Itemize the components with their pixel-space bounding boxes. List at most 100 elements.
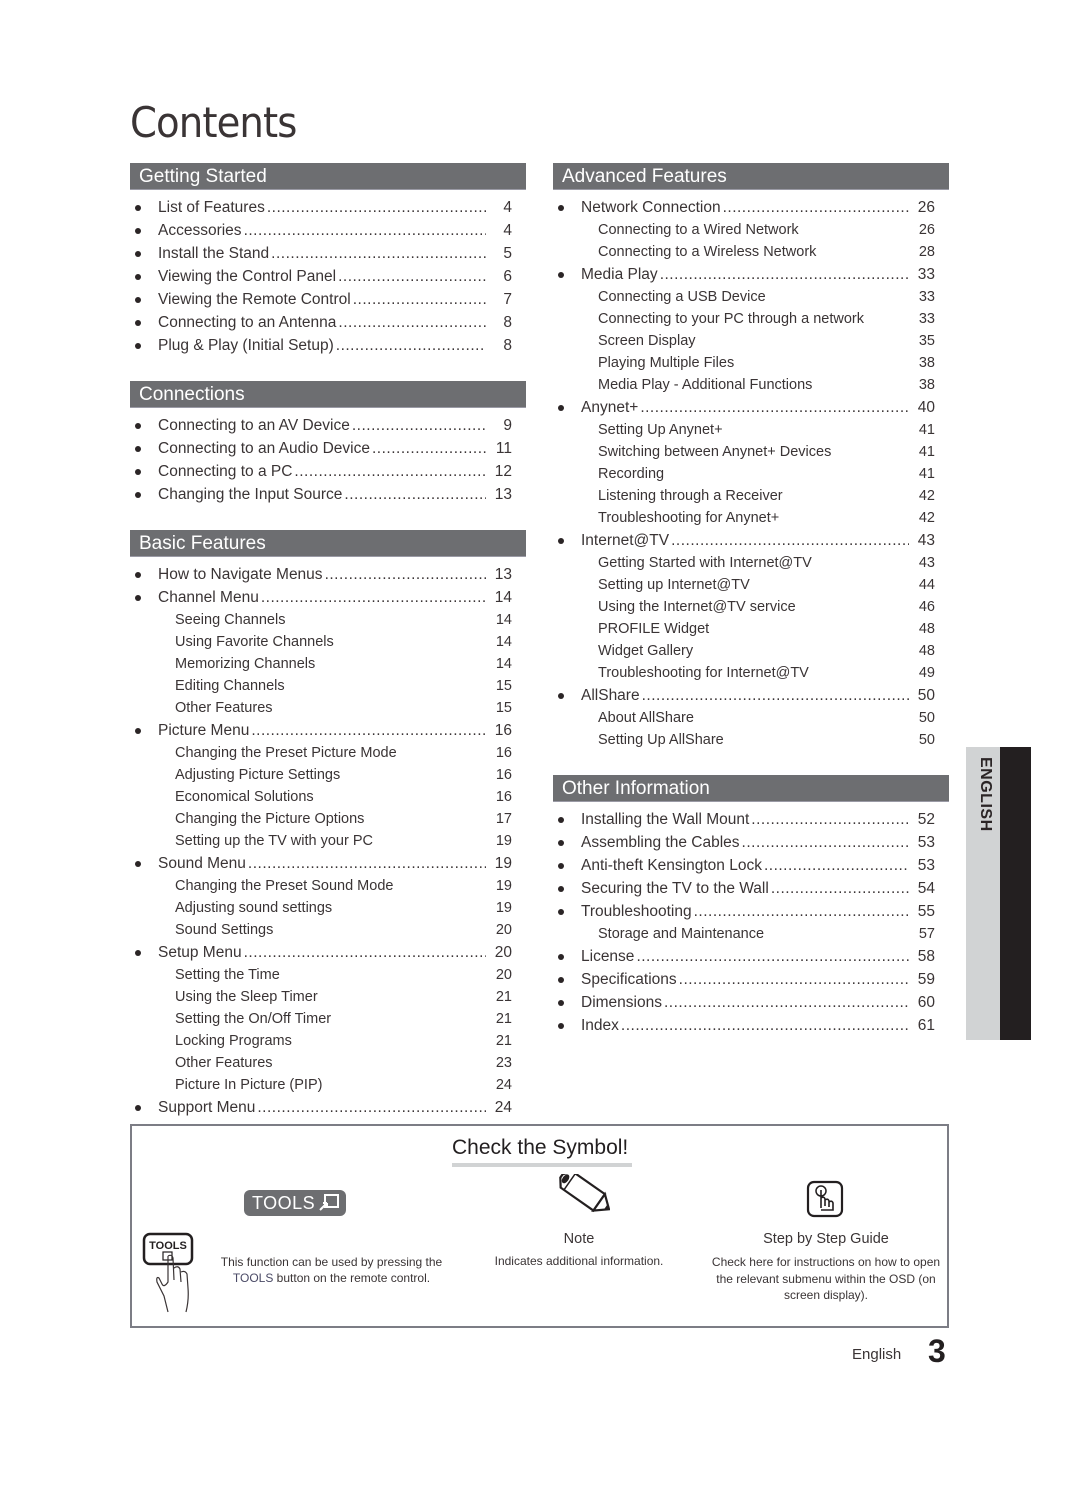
toc-entry[interactable]: AllShare 50 <box>553 684 949 707</box>
toc-entry[interactable]: Assembling the Cables 53 <box>553 831 949 854</box>
toc-entry[interactable]: Connecting to an AV Device 9 <box>130 414 526 437</box>
toc-entry[interactable]: Picture Menu 16 <box>130 719 526 742</box>
toc-subentry[interactable]: Setting the Time 20 <box>130 964 526 986</box>
toc-entry[interactable]: Installing the Wall Mount 52 <box>553 808 949 831</box>
toc-subentry[interactable]: Troubleshooting for Anynet+ 42 <box>553 507 949 529</box>
toc-entry[interactable]: Setup Menu 20 <box>130 941 526 964</box>
page-ref: 59 <box>917 971 935 988</box>
toc-subentry[interactable]: Listening through a Receiver 42 <box>553 485 949 507</box>
toc-subentry[interactable]: Using the Sleep Timer 21 <box>130 986 526 1008</box>
toc-subentry[interactable]: Setting Up Anynet+ 41 <box>553 419 949 441</box>
toc-subentry[interactable]: Setting up Internet@TV 44 <box>553 574 949 596</box>
toc-entry[interactable]: Connecting to an Antenna 8 <box>130 311 526 334</box>
toc-entry[interactable]: Anti-theft Kensington Lock 53 <box>553 854 949 877</box>
toc-entry[interactable]: Viewing the Control Panel 6 <box>130 265 526 288</box>
toc-subentry[interactable]: Other Features 15 <box>130 697 526 719</box>
entry-title: Adjusting sound settings <box>175 900 333 916</box>
toc-subentry[interactable]: Switching between Anynet+ Devices 41 <box>553 441 949 463</box>
toc-entry[interactable]: List of Features 4 <box>130 196 526 219</box>
entry-title: Setup Menu <box>158 944 242 961</box>
toc-subentry[interactable]: Economical Solutions 16 <box>130 786 526 808</box>
toc-subentry[interactable]: Using Favorite Channels 14 <box>130 631 526 653</box>
toc-subentry[interactable]: Changing the Preset Sound Mode 19 <box>130 875 526 897</box>
toc-subentry[interactable]: Setting the On/Off Timer 21 <box>130 1008 526 1030</box>
toc-entry[interactable]: Plug & Play (Initial Setup) 8 <box>130 334 526 357</box>
toc-entry[interactable]: Dimensions 60 <box>553 991 949 1014</box>
toc-subentry[interactable]: Connecting to a Wired Network 26 <box>553 219 949 241</box>
toc-entry[interactable]: Sound Menu 19 <box>130 852 526 875</box>
page-ref: 43 <box>918 555 935 571</box>
toc-subentry[interactable]: PROFILE Widget 48 <box>553 618 949 640</box>
toc-subentry[interactable]: Connecting to your PC through a network 3… <box>553 308 949 330</box>
dot-leader <box>338 311 486 334</box>
entry-title: Channel Menu <box>158 589 259 606</box>
toc-subentry[interactable]: Locking Programs 21 <box>130 1030 526 1052</box>
toc-subentry[interactable]: Seeing Channels 14 <box>130 609 526 631</box>
toc-subentry[interactable]: Memorizing Channels 14 <box>130 653 526 675</box>
page-ref: 40 <box>917 399 935 416</box>
entry-title: Locking Programs <box>175 1033 292 1049</box>
bullet-icon <box>558 817 564 823</box>
toc-entry[interactable]: Support Menu 24 <box>130 1096 526 1119</box>
toc-subentry[interactable]: Editing Channels 15 <box>130 675 526 697</box>
dot-leader <box>660 263 909 286</box>
toc-subentry[interactable]: Changing the Preset Picture Mode 16 <box>130 742 526 764</box>
toc-entry[interactable]: Specifications 59 <box>553 968 949 991</box>
section-header: Other Information <box>553 775 949 802</box>
toc-entry[interactable]: How to Navigate Menus 13 <box>130 563 526 586</box>
toc-subentry[interactable]: Changing the Picture Options 17 <box>130 808 526 830</box>
toc-subentry[interactable]: Adjusting sound settings 19 <box>130 897 526 919</box>
dot-leader <box>244 219 486 242</box>
entry-title: Switching between Anynet+ Devices <box>598 444 832 460</box>
page-ref: 19 <box>495 878 512 894</box>
entry-title: Using the Internet@TV service <box>598 599 796 615</box>
entry-title: License <box>581 948 635 965</box>
toc-subentry[interactable]: Storage and Maintenance 57 <box>553 923 949 945</box>
toc-entry[interactable]: Connecting to an Audio Device 11 <box>130 437 526 460</box>
toc-entry[interactable]: Changing the Input Source 13 <box>130 483 526 506</box>
page-ref: 41 <box>918 466 935 482</box>
toc-entry[interactable]: Install the Stand 5 <box>130 242 526 265</box>
toc-subentry[interactable]: Media Play - Additional Functions 38 <box>553 374 949 396</box>
bullet-icon <box>135 205 141 211</box>
toc-subentry[interactable]: Setting up the TV with your PC 19 <box>130 830 526 852</box>
toc-entry[interactable]: Network Connection 26 <box>553 196 949 219</box>
toc-subentry[interactable]: Adjusting Picture Settings 16 <box>130 764 526 786</box>
toc-subentry[interactable]: Other Features 23 <box>130 1052 526 1074</box>
bullet-icon <box>135 728 141 734</box>
toc-subentry[interactable]: Playing Multiple Files 38 <box>553 352 949 374</box>
toc-subentry[interactable]: Setting Up AllShare 50 <box>553 729 949 751</box>
toc-subentry[interactable]: Recording 41 <box>553 463 949 485</box>
toc-entry[interactable]: Index 61 <box>553 1014 949 1037</box>
page-ref: 44 <box>918 577 935 593</box>
dot-leader <box>679 968 909 991</box>
toc-entry[interactable]: Viewing the Remote Control 7 <box>130 288 526 311</box>
toc-subentry[interactable]: Troubleshooting for Internet@TV 49 <box>553 662 949 684</box>
bullet-icon <box>135 950 141 956</box>
page-ref: 49 <box>918 665 935 681</box>
toc-entry[interactable]: Anynet+ 40 <box>553 396 949 419</box>
toc-entry[interactable]: Troubleshooting 55 <box>553 900 949 923</box>
toc-subentry[interactable]: Connecting to a Wireless Network 28 <box>553 241 949 263</box>
bullet-icon <box>135 492 141 498</box>
toc-subentry[interactable]: Using the Internet@TV service 46 <box>553 596 949 618</box>
toc-entry[interactable]: Accessories 4 <box>130 219 526 242</box>
toc-entry[interactable]: Channel Menu 14 <box>130 586 526 609</box>
toc-entry[interactable]: Media Play 33 <box>553 263 949 286</box>
toc-entry[interactable]: Securing the TV to the Wall 54 <box>553 877 949 900</box>
toc-subentry[interactable]: Picture In Picture (PIP) 24 <box>130 1074 526 1096</box>
bullet-icon <box>558 272 564 278</box>
toc-subentry[interactable]: Sound Settings 20 <box>130 919 526 941</box>
toc-subentry[interactable]: Screen Display 35 <box>553 330 949 352</box>
toc-subentry[interactable]: About AllShare 50 <box>553 707 949 729</box>
toc-subentry[interactable]: Widget Gallery 48 <box>553 640 949 662</box>
toc-entry[interactable]: Internet@TV 43 <box>553 529 949 552</box>
toc-subentry[interactable]: Connecting a USB Device 33 <box>553 286 949 308</box>
toc-entry[interactable]: License 58 <box>553 945 949 968</box>
toc-subentry[interactable]: Getting Started with Internet@TV 43 <box>553 552 949 574</box>
toc-entry[interactable]: Connecting to a PC 12 <box>130 460 526 483</box>
bullet-icon <box>135 297 141 303</box>
